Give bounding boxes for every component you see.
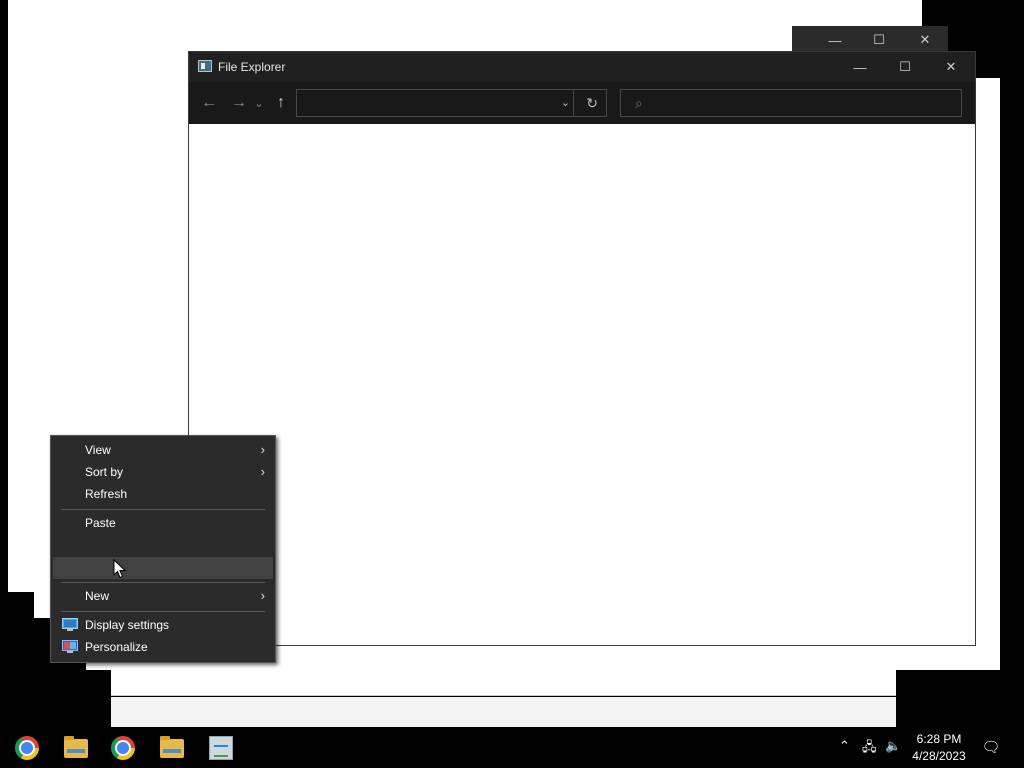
menu-item-label: Paste <box>85 516 116 530</box>
menu-item-label: Sort by <box>85 465 124 479</box>
clock-time: 6:28 PM <box>916 732 962 746</box>
close-button[interactable]: ✕ <box>928 52 974 82</box>
menu-item-paste[interactable]: Paste <box>53 512 273 534</box>
window-title: File Explorer <box>218 60 286 74</box>
menu-item-label: Display settings <box>85 618 170 632</box>
explorer-content-area[interactable] <box>189 124 975 645</box>
taskbar: ⌃ 🖧 🔈 6:28 PM 4/28/2023 🗨 <box>0 728 1024 768</box>
background-window-lowest <box>111 670 896 696</box>
file-explorer-icon <box>198 60 212 72</box>
menu-item-label: Personalize <box>85 640 148 654</box>
address-divider <box>573 90 574 116</box>
search-icon: ⌕ <box>635 95 643 111</box>
volume-icon[interactable]: 🔈 <box>885 738 901 754</box>
menu-separator <box>61 509 265 510</box>
maximize-button[interactable]: ☐ <box>882 52 928 82</box>
show-hidden-icons-chevron-icon[interactable]: ⌃ <box>839 738 850 754</box>
chrome-icon[interactable] <box>111 736 135 760</box>
folder-icon[interactable] <box>64 736 88 758</box>
address-bar[interactable]: ⌄ ↻ <box>296 89 607 117</box>
menu-item-highlighted[interactable] <box>53 557 273 579</box>
background-maximize-button[interactable]: ☐ <box>856 26 902 54</box>
menu-item-display-settings[interactable]: Display settings <box>53 614 273 636</box>
menu-item-label: New <box>85 589 110 603</box>
submenu-arrow-icon: › <box>260 464 265 479</box>
explorer-toolbar: ← → ⌄ ↑ ⌄ ↻ ⌕ <box>189 82 975 124</box>
control-panel-icon[interactable] <box>209 736 233 760</box>
back-arrow-icon[interactable]: ← <box>199 92 219 114</box>
recent-locations-chevron-icon[interactable]: ⌄ <box>253 92 265 114</box>
menu-separator <box>61 611 265 612</box>
file-explorer-window: File Explorer — ☐ ✕ ← → ⌄ ↑ ⌄ ↻ ⌕ <box>189 52 975 645</box>
personalize-icon <box>62 640 78 653</box>
clock-date: 4/28/2023 <box>912 749 966 763</box>
address-dropdown-icon[interactable]: ⌄ <box>561 96 570 109</box>
folder-icon[interactable] <box>160 736 184 758</box>
mouse-cursor-icon <box>113 559 127 579</box>
explorer-titlebar[interactable]: File Explorer — ☐ ✕ <box>189 52 975 82</box>
notifications-icon[interactable]: 🗨 <box>981 738 1001 756</box>
refresh-icon[interactable]: ↻ <box>586 95 598 112</box>
forward-arrow-icon[interactable]: → <box>229 92 249 114</box>
desktop-context-menu: View › Sort by › Refresh Paste New › Dis… <box>50 435 276 663</box>
menu-item-new[interactable]: New › <box>53 585 273 607</box>
minimize-button[interactable]: — <box>837 52 883 82</box>
menu-item-view[interactable]: View › <box>53 439 273 461</box>
network-icon[interactable]: 🖧 <box>862 738 877 760</box>
submenu-arrow-icon: › <box>260 588 265 603</box>
menu-item-personalize[interactable]: Personalize <box>53 636 273 658</box>
menu-item-refresh[interactable]: Refresh <box>53 483 273 505</box>
background-close-button[interactable]: ✕ <box>902 26 948 54</box>
background-window-strip <box>111 697 896 727</box>
menu-separator <box>61 582 265 583</box>
display-icon <box>62 618 78 631</box>
search-box[interactable]: ⌕ <box>620 89 962 117</box>
menu-item-label: View <box>85 443 111 457</box>
menu-item-sort-by[interactable]: Sort by › <box>53 461 273 483</box>
background-window-bottom <box>34 592 50 618</box>
background-window-top <box>792 0 922 26</box>
up-arrow-icon[interactable]: ↑ <box>271 92 291 114</box>
background-minimize-button[interactable]: — <box>812 26 858 54</box>
chrome-icon[interactable] <box>15 736 39 760</box>
background-window-titlebar: — ☐ ✕ <box>792 26 948 54</box>
clock[interactable]: 6:28 PM 4/28/2023 <box>902 731 976 765</box>
submenu-arrow-icon: › <box>260 442 265 457</box>
menu-item-label: Refresh <box>85 487 128 501</box>
